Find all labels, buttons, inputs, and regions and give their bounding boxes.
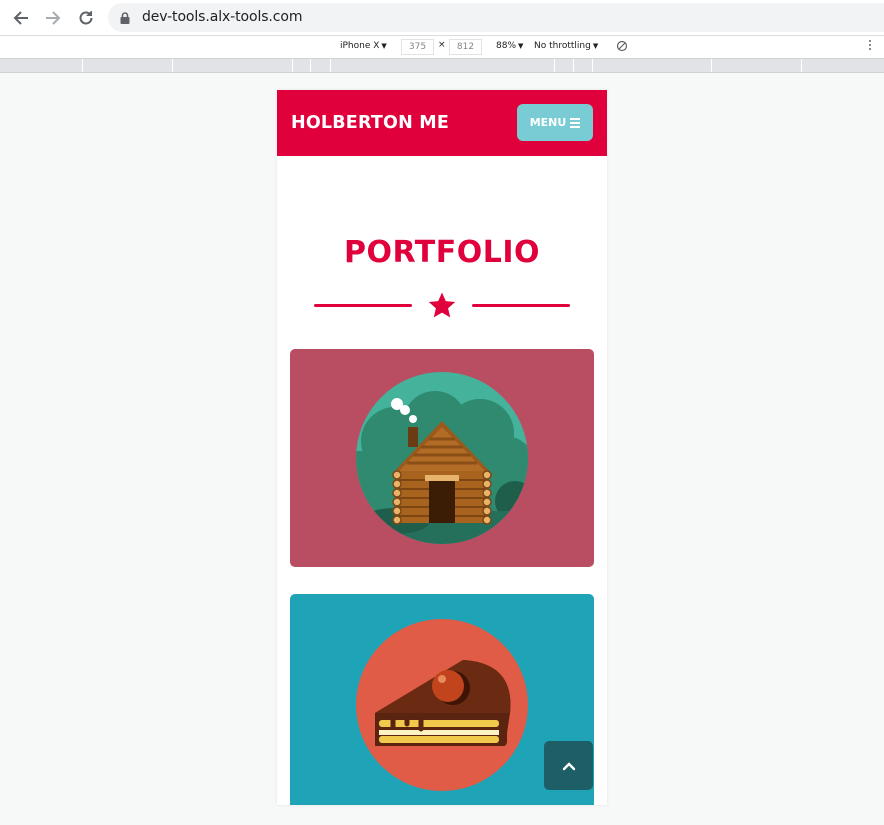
portfolio-title: PORTFOLIO xyxy=(344,235,540,270)
caret-down-icon: ▼ xyxy=(381,42,387,50)
times-label: × xyxy=(438,40,446,50)
site-brand[interactable]: HOLBERTON ME xyxy=(291,113,449,133)
zoom-value: 88% xyxy=(496,41,517,51)
hamburger-icon xyxy=(570,116,581,130)
browser-toolbar: dev-tools.alx-tools.com xyxy=(0,0,884,35)
device-name: iPhone X xyxy=(340,41,380,51)
height-input[interactable]: 812 xyxy=(449,39,482,55)
zoom-select[interactable]: 88% ▼ xyxy=(496,41,523,51)
menu-button[interactable]: MENU xyxy=(517,104,593,141)
address-bar[interactable]: dev-tools.alx-tools.com xyxy=(108,3,884,32)
caret-down-icon: ▼ xyxy=(518,42,524,50)
lock-icon xyxy=(120,11,130,29)
forward-arrow-icon[interactable] xyxy=(41,6,65,30)
star-icon xyxy=(428,292,456,318)
media-query-ruler xyxy=(0,58,884,73)
chevron-up-icon xyxy=(562,761,575,770)
log-cabin-illustration xyxy=(356,372,528,544)
throttling-value: No throttling xyxy=(534,41,591,51)
url-text: dev-tools.alx-tools.com xyxy=(142,9,303,25)
caret-down-icon: ▼ xyxy=(592,42,599,50)
back-arrow-icon[interactable] xyxy=(9,6,33,30)
menu-label: MENU xyxy=(529,116,567,129)
device-viewport: HOLBERTON ME MENU PORTFOLIO xyxy=(277,90,607,805)
portfolio-item-cabin[interactable] xyxy=(290,349,594,567)
more-options-icon[interactable] xyxy=(869,40,872,52)
cake-slice-illustration xyxy=(356,619,528,791)
device-toolbar: iPhone X ▼ 375 × 812 88% ▼ No throttling ▼ xyxy=(0,35,884,58)
back-to-top-button[interactable] xyxy=(544,741,593,790)
site-header: HOLBERTON ME MENU xyxy=(277,90,607,156)
rotate-icon[interactable] xyxy=(616,40,628,55)
title-divider xyxy=(314,291,570,323)
device-select[interactable]: iPhone X ▼ xyxy=(340,41,387,51)
reload-icon[interactable] xyxy=(74,6,98,30)
throttling-select[interactable]: No throttling ▼ xyxy=(534,41,598,51)
width-input[interactable]: 375 xyxy=(401,39,434,55)
